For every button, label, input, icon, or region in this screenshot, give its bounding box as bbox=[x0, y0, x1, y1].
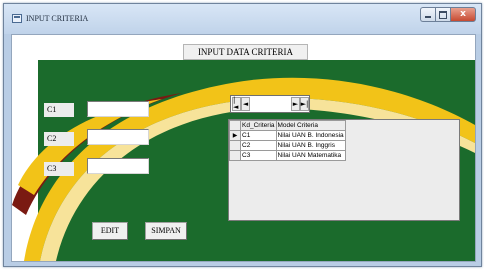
edit-button[interactable]: EDIT bbox=[92, 222, 128, 240]
table-row[interactable]: C2 Nilai UAN B. Inggris bbox=[229, 140, 346, 151]
column-header-kd-criteria[interactable]: Kd_Criteria bbox=[240, 120, 277, 131]
criteria-table: Kd_Criteria Model Criteria ▶ C1 Nilai UA… bbox=[229, 120, 346, 161]
cell-kd[interactable]: C3 bbox=[240, 150, 277, 161]
next-record-button[interactable]: ► bbox=[291, 97, 300, 111]
save-button[interactable]: SIMPAN bbox=[145, 222, 187, 240]
minimize-icon bbox=[425, 16, 431, 18]
cell-model[interactable]: Nilai UAN B. Inggris bbox=[275, 140, 346, 151]
table-row[interactable]: ▶ C1 Nilai UAN B. Indonesia bbox=[229, 130, 346, 141]
row-selector-current[interactable]: ▶ bbox=[229, 130, 241, 141]
table-header-row: Kd_Criteria Model Criteria bbox=[229, 120, 346, 131]
c2-label: C2 bbox=[44, 132, 74, 146]
row-selector-header bbox=[229, 120, 241, 131]
table-row[interactable]: C3 Nilai UAN Matematika bbox=[229, 150, 346, 161]
row-selector[interactable] bbox=[229, 140, 241, 151]
last-record-button[interactable]: ►| bbox=[300, 97, 309, 111]
first-record-icon: |◄ bbox=[233, 96, 239, 111]
c1-input[interactable] bbox=[87, 101, 149, 117]
column-header-model-criteria[interactable]: Model Criteria bbox=[275, 120, 346, 131]
app-icon bbox=[12, 14, 22, 23]
cell-kd[interactable]: C1 bbox=[240, 130, 277, 141]
criteria-datagrid[interactable]: Kd_Criteria Model Criteria ▶ C1 Nilai UA… bbox=[228, 119, 460, 221]
window-title: INPUT CRITERIA bbox=[26, 14, 89, 23]
close-button[interactable]: x bbox=[450, 7, 476, 22]
close-icon: x bbox=[460, 9, 466, 19]
title-bar[interactable]: INPUT CRITERIA x bbox=[4, 4, 481, 34]
previous-record-icon: ◄ bbox=[242, 99, 249, 108]
c3-input[interactable] bbox=[87, 158, 149, 174]
maximize-icon bbox=[439, 10, 447, 19]
c2-input[interactable] bbox=[87, 129, 149, 145]
row-selector[interactable] bbox=[229, 150, 241, 161]
cell-model[interactable]: Nilai UAN Matematika bbox=[275, 150, 346, 161]
cell-model[interactable]: Nilai UAN B. Indonesia bbox=[275, 130, 346, 141]
next-record-icon: ► bbox=[292, 99, 299, 108]
form-client-area: INPUT DATA CRITERIA C1 C2 C3 |◄ ◄ ► ►| K… bbox=[11, 34, 476, 262]
minimize-button[interactable] bbox=[420, 7, 435, 22]
previous-record-button[interactable]: ◄ bbox=[241, 97, 250, 111]
last-record-icon: ►| bbox=[300, 99, 309, 108]
c3-label: C3 bbox=[44, 162, 74, 176]
c1-label: C1 bbox=[44, 103, 74, 117]
form-header: INPUT DATA CRITERIA bbox=[183, 44, 308, 60]
maximize-button[interactable] bbox=[435, 7, 450, 22]
current-row-icon: ▶ bbox=[232, 131, 238, 139]
cell-kd[interactable]: C2 bbox=[240, 140, 277, 151]
record-navigator: |◄ ◄ ► ►| bbox=[230, 95, 310, 113]
app-window: INPUT CRITERIA x INPUT DATA CRITERIA C1 … bbox=[3, 3, 482, 267]
first-record-button[interactable]: |◄ bbox=[232, 97, 241, 111]
